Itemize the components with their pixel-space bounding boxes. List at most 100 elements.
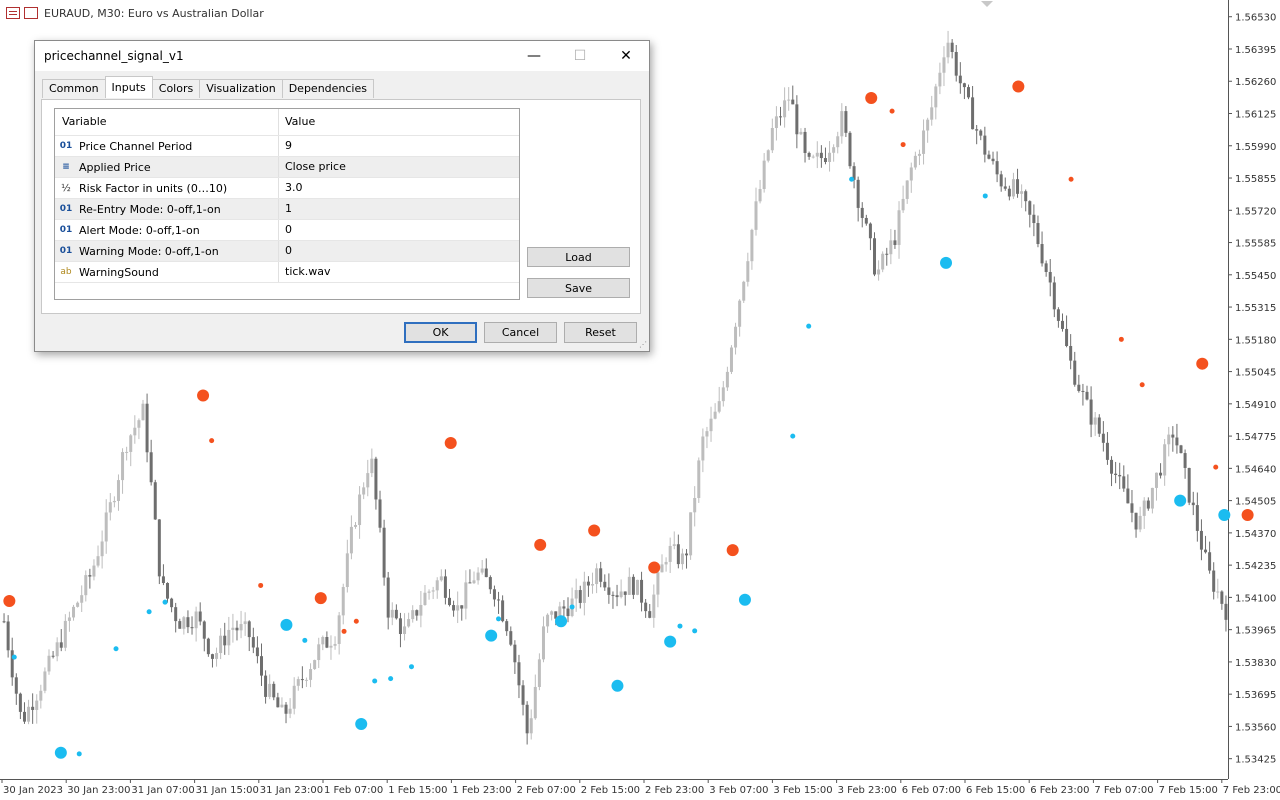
bear-candle <box>2 621 6 623</box>
minimize-button[interactable]: — <box>511 41 557 71</box>
bull-candle <box>116 480 120 501</box>
reset-button[interactable]: Reset <box>564 322 637 343</box>
bull-candle <box>725 371 729 388</box>
bear-candle <box>325 636 329 648</box>
bear-candle <box>1007 188 1011 197</box>
value-cell[interactable]: Close price <box>279 157 519 177</box>
bear-candle <box>509 631 513 645</box>
column-header-value[interactable]: Value <box>279 109 519 135</box>
time-axis-label: 6 Feb 23:00 <box>1030 785 1089 796</box>
bull-candle <box>595 568 599 585</box>
table-row[interactable]: 01 Warning Mode: 0-off,1-on 0 <box>55 240 519 261</box>
bear-candle <box>1199 530 1203 550</box>
bull-candle <box>39 690 43 701</box>
bull-candle <box>713 411 717 419</box>
value-cell[interactable]: tick.wav <box>279 262 519 282</box>
bear-candle <box>856 179 860 208</box>
table-row[interactable]: 01 Alert Mode: 0-off,1-on 0 <box>55 219 519 240</box>
price-axis-label: 1.56395 <box>1235 45 1276 56</box>
bear-candle <box>382 527 386 578</box>
bull-candle <box>419 605 423 616</box>
save-button[interactable]: Save <box>527 278 630 298</box>
bull-candle <box>358 494 362 526</box>
bull-candle <box>901 198 905 211</box>
bear-candle <box>505 621 509 632</box>
value-cell[interactable]: 0 <box>279 220 519 240</box>
bull-candle <box>427 591 431 593</box>
dialog-tabs: Common Inputs Colors Visualization Depen… <box>42 76 374 99</box>
tab-dependencies[interactable]: Dependencies <box>281 79 374 98</box>
table-row[interactable]: ≡ Applied Price Close price <box>55 156 519 177</box>
bear-candle <box>1097 417 1101 434</box>
value-cell[interactable]: 1 <box>279 199 519 219</box>
bull-candle <box>574 590 578 599</box>
column-header-variable[interactable]: Variable <box>55 109 279 135</box>
price-axis-label: 1.55990 <box>1235 142 1276 153</box>
bear-candle <box>415 610 419 616</box>
bull-candle <box>934 86 938 108</box>
ok-button[interactable]: OK <box>404 322 477 343</box>
bear-candle <box>954 51 958 76</box>
bear-candle <box>791 99 795 105</box>
buy-signal-dot <box>355 718 368 731</box>
bull-candle <box>472 580 476 584</box>
bull-candle <box>121 452 125 481</box>
bull-candle <box>55 642 59 657</box>
load-button[interactable]: Load <box>527 247 630 267</box>
bull-candle <box>635 579 639 595</box>
value-cell[interactable]: 3.0 <box>279 178 519 198</box>
tab-colors[interactable]: Colors <box>151 79 201 98</box>
table-row[interactable]: 01 Price Channel Period 9 <box>55 135 519 156</box>
bear-candle <box>1183 453 1187 468</box>
price-axis-label: 1.55315 <box>1235 303 1276 314</box>
bull-candle <box>734 326 738 348</box>
price-axis-label: 1.55450 <box>1235 271 1276 282</box>
time-axis-label: 3 Feb 23:00 <box>838 785 897 796</box>
bull-candle <box>897 210 901 245</box>
bull-candle <box>215 653 219 659</box>
resize-grip-icon[interactable]: ⋰ <box>639 341 647 349</box>
tab-common[interactable]: Common <box>42 79 106 98</box>
bull-candle <box>1011 179 1015 197</box>
bear-candle <box>18 693 22 712</box>
tab-visualization[interactable]: Visualization <box>199 79 283 98</box>
chart-list-icon[interactable] <box>6 7 20 19</box>
bull-candle <box>697 460 701 499</box>
tab-inputs[interactable]: Inputs <box>104 76 153 98</box>
table-row[interactable]: ab WarningSound tick.wav <box>55 261 519 283</box>
buy-signal-dot <box>1174 494 1187 507</box>
dialog-title-bar[interactable]: pricechannel_signal_v1 — ☐ ✕ <box>35 41 649 71</box>
bull-candle <box>435 580 439 591</box>
value-cell[interactable]: 0 <box>279 241 519 261</box>
bull-candle <box>313 660 317 670</box>
bull-candle <box>456 605 460 611</box>
bull-candle <box>370 458 374 474</box>
close-button[interactable]: ✕ <box>603 41 649 71</box>
bull-candle <box>930 107 934 120</box>
bull-candle <box>464 582 468 609</box>
price-axis-label: 1.54370 <box>1235 529 1276 540</box>
table-row[interactable]: ½ Risk Factor in units (0…10) 3.0 <box>55 177 519 198</box>
bull-candle <box>701 436 705 461</box>
integer-type-icon: 01 <box>59 225 73 235</box>
buy-reentry-dot <box>11 654 17 660</box>
price-axis-label: 1.54640 <box>1235 464 1276 475</box>
chart-window-icon[interactable] <box>24 7 38 19</box>
bull-candle <box>141 403 145 421</box>
table-row[interactable]: 01 Re-Entry Mode: 0-off,1-on 1 <box>55 198 519 219</box>
cancel-button[interactable]: Cancel <box>484 322 557 343</box>
bear-candle <box>1048 271 1052 283</box>
bull-candle <box>296 679 300 686</box>
bear-candle <box>501 600 505 622</box>
enum-type-icon: ≡ <box>62 162 70 172</box>
bear-candle <box>517 662 521 686</box>
price-axis-label: 1.53695 <box>1235 690 1276 701</box>
bull-candle <box>758 189 762 202</box>
bull-candle <box>390 609 394 618</box>
bull-candle <box>341 587 345 616</box>
value-cell[interactable]: 9 <box>279 136 519 156</box>
bear-candle <box>525 704 529 734</box>
price-axis-label: 1.56530 <box>1235 13 1276 24</box>
price-axis-label: 1.54775 <box>1235 432 1276 443</box>
bear-candle <box>999 174 1003 187</box>
